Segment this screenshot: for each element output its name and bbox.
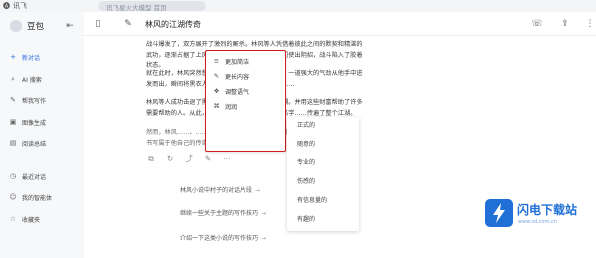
app-window: 🅐 讯飞 讯飞星火大模型 首页 豆包 ⇤ + 新对话 ⌕ AI 搜索 ✎ 帮我写… — [0, 0, 596, 258]
menu-item-label: 调整语气 — [225, 88, 250, 96]
suggestion-item[interactable]: 林风小说中村子的对话片段 → — [180, 184, 260, 197]
tone-submenu: 正式的 随意的 专业的 伤感的 有信息量的 有趣的 — [287, 117, 359, 231]
copy-icon[interactable]: ⧉ — [146, 154, 156, 164]
arrow-right-icon: → — [261, 235, 267, 242]
image-icon: ▣ — [9, 118, 17, 126]
sidebar-item-label: 阅读总结 — [22, 140, 47, 148]
share-icon[interactable]: ⇪ — [559, 18, 571, 30]
align-icon: ≡ — [213, 57, 220, 65]
menu-item-tone[interactable]: ❖ 调整语气 — [212, 85, 282, 97]
conversation-title: 林风的江湖传奇 — [145, 20, 201, 29]
menu-item-label: 更长内容 — [225, 73, 250, 81]
edit-popup-menu: ≡ 更加简洁 ✎ 更长内容 ❖ 调整语气 ⌘ 润润 — [205, 50, 286, 152]
lightning-logo-icon — [485, 199, 513, 227]
menu-item-concise[interactable]: ≡ 更加简洁 — [212, 55, 282, 67]
collapse-sidebar-icon[interactable]: ⇤ — [64, 20, 76, 32]
book-icon: ▤ — [9, 139, 17, 147]
tone-option[interactable]: 专业的 — [297, 157, 315, 169]
sidebar-item-agents[interactable]: ☺ 我的智能体 — [8, 190, 80, 204]
arrow-right-icon: → — [255, 187, 261, 194]
new-chat-icon[interactable]: ✎ — [122, 18, 134, 30]
sidebar-item-recent[interactable]: ◷ 最近对话 — [8, 169, 80, 183]
app-logo-icon: 🅐 — [3, 2, 10, 10]
polish-icon: ⌘ — [213, 102, 220, 110]
sidebar-item-label: 帮我写作 — [22, 97, 47, 105]
app-title: 讯飞 — [13, 2, 27, 10]
tone-option[interactable]: 有信息量的 — [297, 195, 327, 207]
phone-icon[interactable]: ☏ — [531, 18, 543, 30]
expand-icon: ✎ — [213, 72, 220, 80]
suggestion-text: 林风小说中村子的对话片段 — [180, 187, 253, 194]
sidebar-item-label: 最近对话 — [22, 173, 47, 181]
suggestion-text: 介绍一下这类小说的写作技巧 — [180, 235, 259, 242]
suggestion-text: 继续一些关于主题的写作技巧 — [180, 210, 259, 217]
more-icon[interactable]: ⋯ — [222, 154, 232, 164]
avatar[interactable] — [10, 20, 22, 32]
sidebar-toggle-icon[interactable]: ▯ — [92, 18, 104, 30]
watermark-url: www.sd.com.cn — [518, 219, 557, 225]
tone-option[interactable]: 有趣的 — [297, 214, 315, 226]
plus-icon: + — [10, 53, 16, 61]
refresh-icon[interactable]: ↻ — [165, 154, 175, 164]
pen-icon: ✎ — [10, 96, 16, 104]
arrow-right-icon: → — [261, 210, 267, 217]
watermark-name: 闪电下载站 — [517, 203, 578, 217]
sidebar-item-ai-search[interactable]: ⌕ AI 搜索 — [8, 72, 80, 86]
site-watermark: 闪电下载站 www.sd.com.cn — [485, 199, 591, 233]
share-icon[interactable]: ⤴ — [184, 154, 194, 164]
sidebar-item-label: 新对话 — [22, 54, 41, 62]
sidebar: 豆包 ⇤ + 新对话 ⌕ AI 搜索 ✎ 帮我写作 ▣ 图像生成 ▤ 阅读总结 … — [0, 12, 84, 258]
tone-icon: ❖ — [213, 87, 220, 95]
suggestion-item[interactable]: 介绍一下这类小说的写作技巧 → — [180, 232, 266, 245]
tone-option[interactable]: 伤感的 — [297, 176, 315, 188]
sidebar-item-label: 我的智能体 — [22, 194, 53, 202]
title-bar: 🅐 讯飞 讯飞星火大模型 首页 — [0, 0, 596, 12]
tone-option[interactable]: 正式的 — [297, 120, 315, 132]
menu-item-label: 润润 — [225, 103, 238, 111]
menu-item-label: 更加简洁 — [225, 58, 250, 66]
sidebar-item-image[interactable]: ▣ 图像生成 — [8, 115, 80, 129]
sidebar-item-label: AI 搜索 — [22, 76, 42, 84]
sidebar-item-label: 图像生成 — [22, 119, 47, 127]
browser-tab[interactable]: 讯飞星火大模型 首页 — [98, 1, 206, 12]
username: 豆包 — [27, 22, 45, 32]
sidebar-item-label: 收藏夹 — [22, 216, 41, 224]
sidebar-item-new-chat[interactable]: + 新对话 — [8, 50, 80, 64]
tone-option[interactable]: 随意的 — [297, 139, 315, 151]
sidebar-item-writing[interactable]: ✎ 帮我写作 — [8, 93, 80, 107]
user-profile[interactable]: 豆包 — [10, 20, 44, 32]
star-icon: ☆ — [9, 215, 17, 223]
tab-label: 讯飞星火大模型 首页 — [106, 4, 167, 12]
edit-icon[interactable]: ✎ — [203, 154, 213, 164]
message-actions: ⧉ ↻ ⤴ ✎ ⋯ — [146, 154, 232, 164]
sidebar-item-reading[interactable]: ▤ 阅读总结 — [8, 136, 80, 150]
sidebar-item-favorites[interactable]: ☆ 收藏夹 — [8, 212, 80, 226]
more-icon[interactable]: ⋮ — [584, 18, 596, 30]
chat-header: ▯ ✎ 林风的江湖传奇 ☏ ⇪ ⋮ — [84, 12, 596, 36]
search-icon: ⌕ — [11, 75, 15, 83]
menu-item-polish[interactable]: ⌘ 润润 — [212, 100, 282, 112]
suggestion-item[interactable]: 继续一些关于主题的写作技巧 → — [180, 207, 266, 220]
menu-item-longer[interactable]: ✎ 更长内容 — [212, 70, 282, 82]
bot-icon: ☺ — [9, 193, 17, 201]
clock-icon: ◷ — [9, 172, 17, 180]
